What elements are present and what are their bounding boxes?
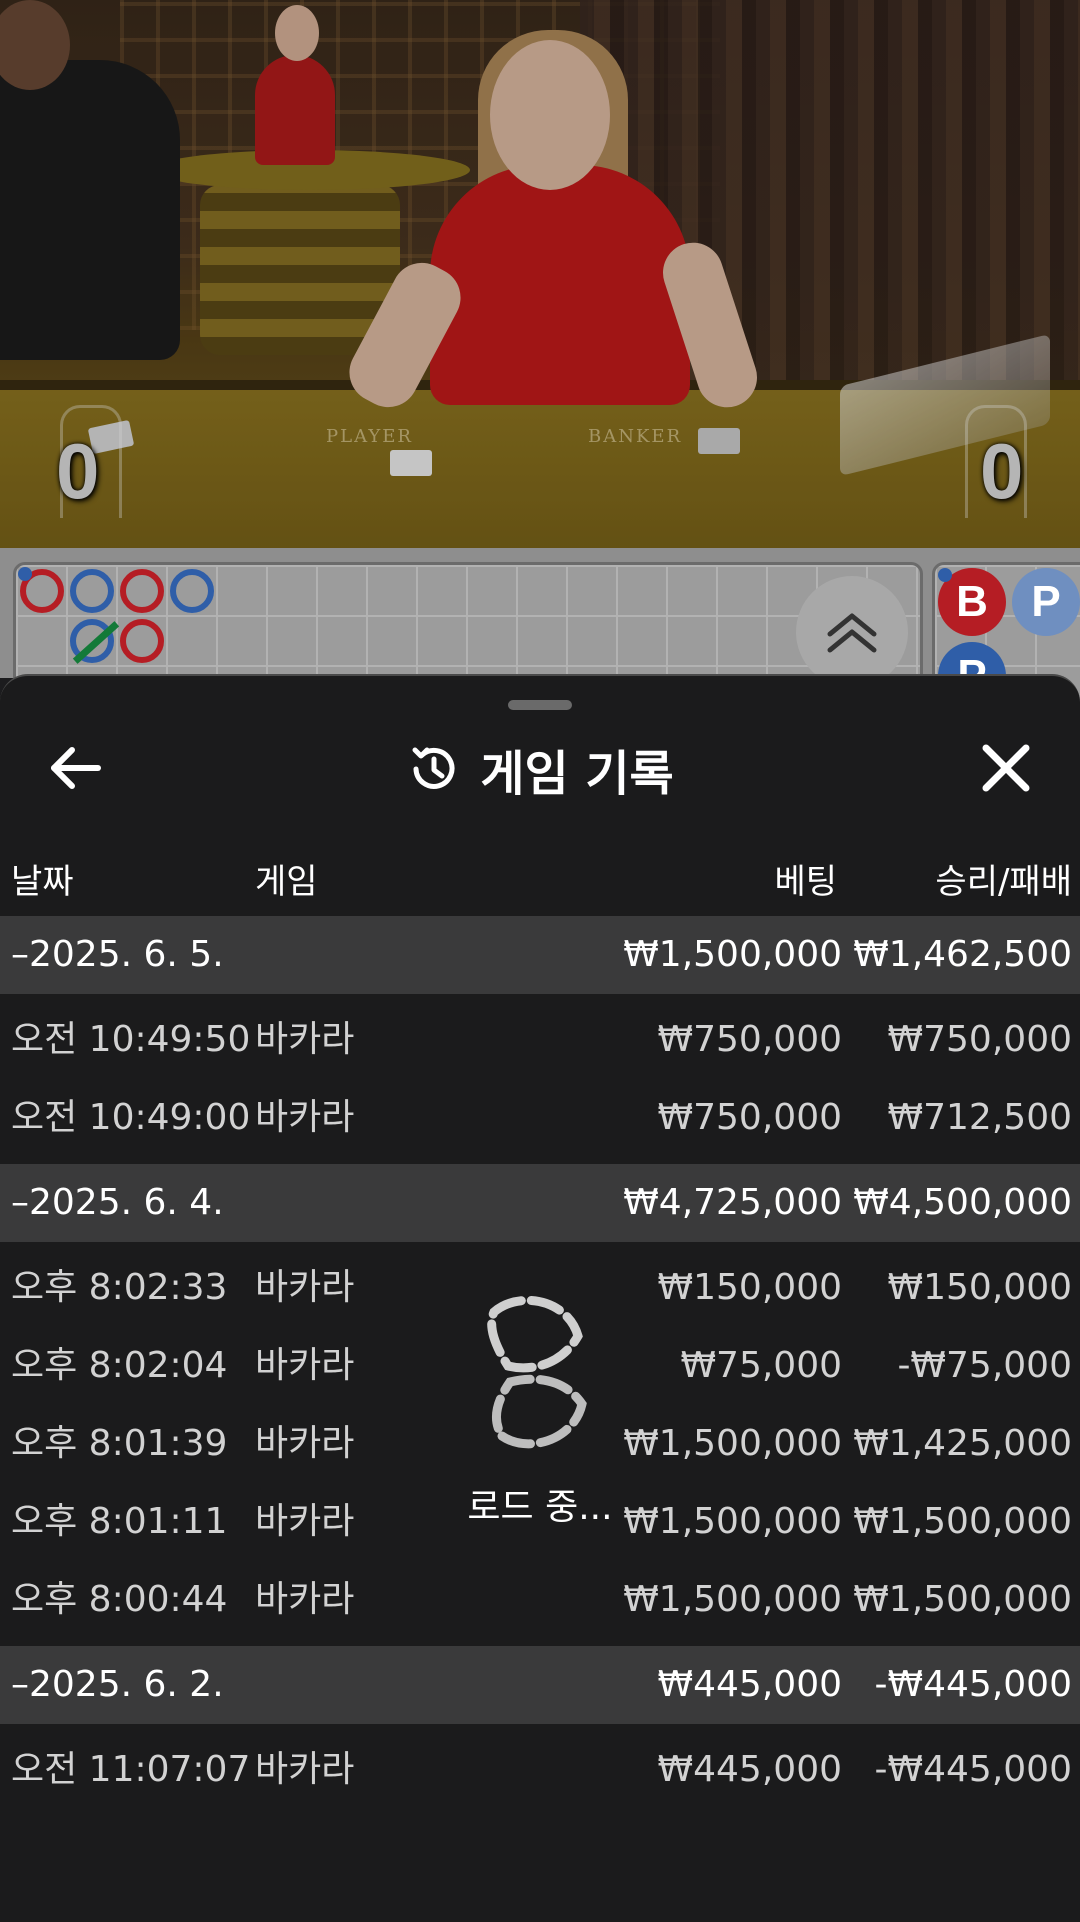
date-group-row[interactable]: –2025. 6. 5. ₩1,500,000 ₩1,462,500	[0, 916, 1080, 994]
sheet-title: 게임 기록	[480, 746, 674, 802]
row-win-loss: ₩150,000	[887, 1267, 1072, 1308]
row-time: 오전 10:49:00	[11, 1097, 251, 1138]
road-player-marker: P	[1012, 568, 1080, 636]
row-bet: ₩150,000	[657, 1267, 842, 1308]
history-row[interactable]: 오전 11:07:07 바카라 ₩445,000 -₩445,000	[0, 1731, 1080, 1809]
road-player-ring	[170, 569, 214, 613]
column-header-bet: 베팅	[774, 862, 837, 902]
sheet-header: 게임 기록	[0, 734, 1080, 804]
row-time: 오후 8:01:39	[11, 1423, 228, 1464]
close-icon	[982, 744, 1030, 792]
row-win-loss: -₩75,000	[897, 1345, 1072, 1386]
road-tie-dot	[18, 567, 32, 581]
column-header-win-loss: 승리/패배	[935, 862, 1072, 902]
row-win-loss: ₩750,000	[887, 1019, 1072, 1060]
date-group-row[interactable]: –2025. 6. 2. ₩445,000 -₩445,000	[0, 1646, 1080, 1724]
group-bet-total: ₩445,000	[657, 1664, 842, 1705]
row-bet: ₩1,500,000	[623, 1579, 842, 1620]
double-chevron-up-icon	[827, 613, 877, 653]
row-win-loss: -₩445,000	[874, 1749, 1072, 1790]
history-row[interactable]: 오전 10:49:00 바카라 ₩750,000 ₩712,500	[0, 1079, 1080, 1157]
road-banker-ring	[120, 569, 164, 613]
row-time: 오전 11:07:07	[11, 1749, 251, 1790]
row-game: 바카라	[255, 1097, 355, 1138]
row-win-loss: ₩1,500,000	[853, 1501, 1072, 1542]
loading-indicator: 로드 중...	[450, 1278, 630, 1528]
row-time: 오전 10:49:50	[11, 1019, 251, 1060]
live-video-feed: PLAYER BANKER 0 0	[0, 0, 1080, 548]
road-tie-dot	[938, 568, 952, 582]
row-game: 바카라	[255, 1579, 355, 1620]
row-time: 오후 8:01:11	[11, 1501, 228, 1542]
row-bet: ₩750,000	[657, 1097, 842, 1138]
row-bet: ₩1,500,000	[623, 1423, 842, 1464]
row-time: 오후 8:02:04	[11, 1345, 228, 1386]
history-row[interactable]: 오후 8:00:44 바카라 ₩1,500,000 ₩1,500,000	[0, 1561, 1080, 1639]
history-clock-icon	[412, 747, 455, 789]
group-date: –2025. 6. 4.	[11, 1182, 224, 1223]
row-game: 바카라	[255, 1501, 355, 1542]
column-header-date: 날짜	[11, 862, 74, 902]
sheet-drag-handle[interactable]	[508, 700, 572, 710]
expand-roadmap-button[interactable]	[796, 576, 908, 688]
row-game: 바카라	[255, 1423, 355, 1464]
group-bet-total: ₩1,500,000	[623, 934, 842, 975]
loading-text: 로드 중...	[467, 1487, 613, 1528]
group-date: –2025. 6. 2.	[11, 1664, 224, 1705]
row-time: 오후 8:02:33	[11, 1267, 228, 1308]
column-header-game: 게임	[255, 862, 318, 902]
row-bet: ₩445,000	[657, 1749, 842, 1790]
row-game: 바카라	[255, 1749, 355, 1790]
group-date: –2025. 6. 5.	[11, 934, 224, 975]
road-banker-ring	[120, 619, 164, 663]
row-bet: ₩75,000	[680, 1345, 842, 1386]
roadmap-area: B P P	[0, 548, 1080, 710]
row-win-loss: ₩1,425,000	[853, 1423, 1072, 1464]
row-game: 바카라	[255, 1019, 355, 1060]
row-bet: ₩750,000	[657, 1019, 842, 1060]
row-game: 바카라	[255, 1345, 355, 1386]
road-player-ring	[70, 569, 114, 613]
group-win-loss-total: ₩4,500,000	[853, 1182, 1072, 1223]
group-win-loss-total: -₩445,000	[874, 1664, 1072, 1705]
row-time: 오후 8:00:44	[11, 1579, 228, 1620]
row-bet: ₩1,500,000	[623, 1501, 842, 1542]
close-button[interactable]	[976, 738, 1036, 798]
loading-spinner-icon	[487, 1295, 587, 1449]
row-win-loss: ₩1,500,000	[853, 1579, 1072, 1620]
date-group-row[interactable]: –2025. 6. 4. ₩4,725,000 ₩4,500,000	[0, 1164, 1080, 1242]
history-row[interactable]: 오전 10:49:50 바카라 ₩750,000 ₩750,000	[0, 1001, 1080, 1079]
row-win-loss: ₩712,500	[887, 1097, 1072, 1138]
group-bet-total: ₩4,725,000	[623, 1182, 842, 1223]
row-game: 바카라	[255, 1267, 355, 1308]
video-overlay	[0, 0, 1080, 548]
group-win-loss-total: ₩1,462,500	[853, 934, 1072, 975]
